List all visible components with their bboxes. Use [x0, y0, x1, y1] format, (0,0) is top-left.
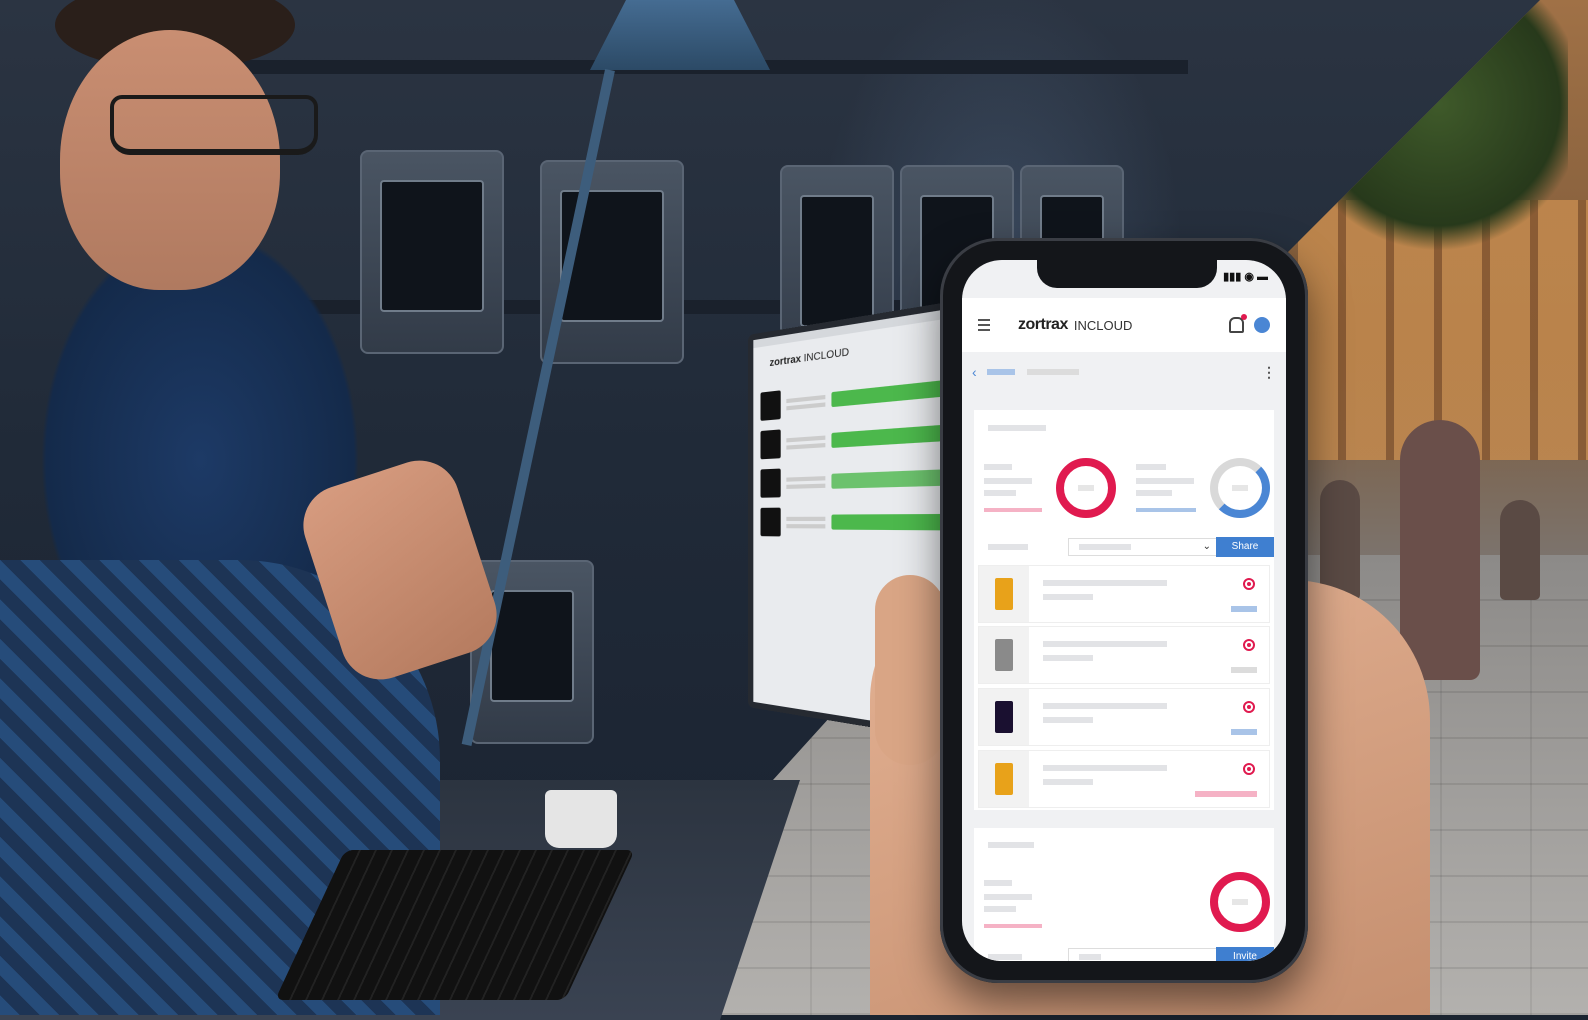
pedestrian: [1400, 420, 1480, 680]
progress-bar: [831, 514, 942, 530]
status-target-icon: [1243, 701, 1255, 713]
chevron-down-icon: ⌄: [1203, 541, 1211, 552]
progress-bar: [831, 469, 942, 488]
phone-screen: ▮▮▮ ◉ ▬ zortrax INCLOUD ‹ ⋮ ⌄ Share Invi…: [962, 260, 1286, 961]
seats-donut-chart: [1210, 872, 1270, 932]
invite-button[interactable]: Invite: [1216, 947, 1274, 961]
pedestrian: [1500, 500, 1540, 600]
smartphone: ▮▮▮ ◉ ▬ zortrax INCLOUD ‹ ⋮ ⌄ Share Invi…: [940, 238, 1308, 983]
invite-email-input[interactable]: [1068, 948, 1218, 961]
glasses: [110, 95, 318, 155]
printer-thumbnail: [995, 701, 1013, 733]
progress-bar: [831, 380, 942, 407]
status-target-icon: [1243, 578, 1255, 590]
more-options-icon[interactable]: ⋮: [1262, 364, 1276, 381]
card-title: [988, 425, 1046, 431]
progress-bar: [831, 425, 942, 448]
avatar[interactable]: [1254, 317, 1270, 333]
printer-list-item[interactable]: [978, 750, 1270, 808]
printer-thumbnail: [995, 578, 1013, 610]
user-select[interactable]: ⌄: [1068, 538, 1218, 556]
printer-list-item[interactable]: [978, 688, 1270, 746]
menu-icon[interactable]: [978, 319, 990, 331]
breadcrumb-link[interactable]: [987, 369, 1015, 375]
status-target-icon: [1243, 639, 1255, 651]
printer-image: [540, 160, 684, 364]
printer-thumbnail: [995, 639, 1013, 671]
notification-dot: [1241, 314, 1247, 320]
bell-icon[interactable]: [1229, 317, 1244, 333]
app-header: zortrax INCLOUD: [962, 298, 1286, 352]
plant-pot: [545, 790, 617, 848]
status-target-icon: [1243, 763, 1255, 775]
back-icon[interactable]: ‹: [972, 364, 977, 380]
team-card: Invite: [974, 828, 1274, 961]
person-face: [60, 30, 280, 290]
product-name: INCLOUD: [1074, 318, 1133, 333]
breadcrumb: ‹ ⋮: [962, 352, 1286, 392]
printer-list-item[interactable]: [978, 626, 1270, 684]
thumb: [875, 575, 945, 765]
pedestrian: [1320, 480, 1360, 600]
printer-thumbnail: [995, 763, 1013, 795]
usage-donut-chart: [1056, 458, 1116, 518]
breadcrumb-current: [1027, 369, 1079, 375]
storage-donut-chart: [1210, 458, 1270, 518]
signal-wifi-battery-icon: ▮▮▮ ◉ ▬: [1223, 270, 1268, 283]
brand-logo: zortrax: [1018, 316, 1068, 334]
share-button[interactable]: Share: [1216, 537, 1274, 557]
printer-list-item[interactable]: [978, 565, 1270, 623]
notch: [1037, 260, 1217, 288]
